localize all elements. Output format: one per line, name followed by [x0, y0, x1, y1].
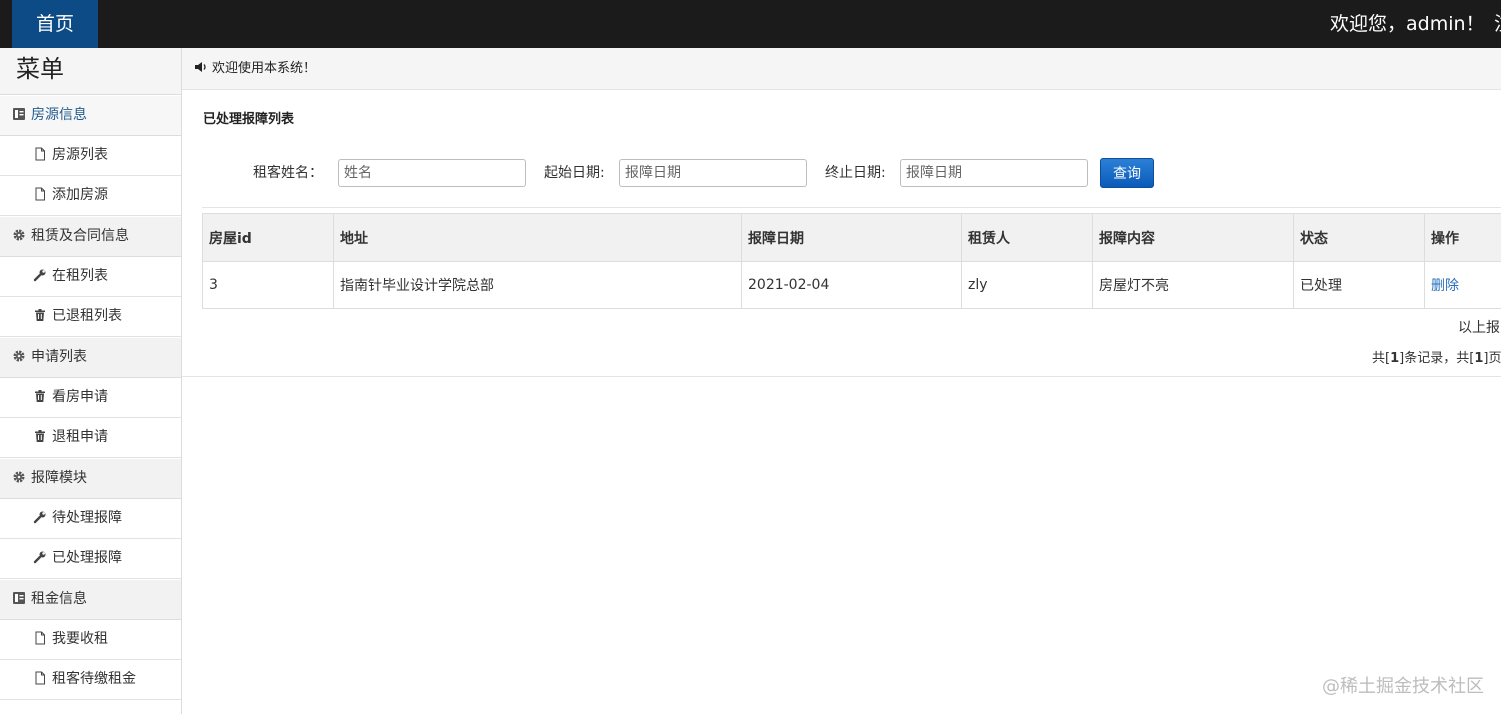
gear-icon [13, 471, 25, 483]
pager-pre: 共 [1372, 351, 1386, 366]
cell-actions: 删除 [1424, 261, 1501, 309]
cell-fault-content: 房屋灯不亮 [1092, 261, 1294, 309]
wrench-icon [33, 551, 46, 564]
sidebar-group-label: 报障模块 [31, 470, 87, 486]
sidebar-item-viewing-requests[interactable]: 看房申请 [0, 378, 181, 418]
gear-icon [13, 229, 25, 241]
cell-house-id: 3 [202, 261, 334, 309]
sidebar-item-termination-requests[interactable]: 退租申请 [0, 418, 181, 458]
sidebar-group-rent-info[interactable]: 租金信息 [0, 579, 181, 620]
column-header-address: 地址 [333, 213, 742, 262]
pager-post: 页 [1488, 351, 1501, 366]
sidebar-group-label: 租金信息 [31, 591, 87, 607]
cell-fault-date: 2021-02-04 [741, 261, 962, 309]
panel-title: 已处理报障列表 [203, 112, 295, 127]
tenant-name-input[interactable] [338, 159, 526, 187]
column-header-fault-date: 报障日期 [741, 213, 962, 262]
summary-text: 以上报 [1458, 320, 1500, 336]
content-bottom-border [182, 376, 1501, 377]
sidebar-item-pending-faults[interactable]: 待处理报障 [0, 499, 181, 539]
table-row: 3 指南针毕业设计学院总部 2021-02-04 zly 房屋灯不亮 已处理 删… [202, 261, 1501, 309]
pagination-info: 共[1]条记录，共[1]页 [1372, 351, 1501, 366]
trash-icon [35, 430, 45, 442]
sidebar-group-lease-contract[interactable]: 租赁及合同信息 [0, 216, 181, 257]
delete-link[interactable]: 删除 [1431, 278, 1459, 294]
end-date-label: 终止日期: [825, 165, 886, 181]
sidebar-item-tenant-unpaid-rent[interactable]: 租客待缴租金 [0, 660, 181, 700]
watermark: @稀土掘金技术社区 [1322, 676, 1484, 697]
file-icon [35, 671, 45, 685]
wrench-icon [33, 269, 46, 282]
wrench-icon [33, 511, 46, 524]
column-header-fault-content: 报障内容 [1092, 213, 1294, 262]
speaker-icon [195, 62, 206, 72]
menu-title: 菜单 [0, 48, 181, 95]
sidebar-item-label: 已处理报障 [52, 550, 122, 566]
sidebar-item-label: 我要收租 [52, 631, 108, 647]
sidebar-group-fault-module[interactable]: 报障模块 [0, 458, 181, 499]
sidebar-item-label: 已退租列表 [52, 308, 122, 324]
pager-pages: 1 [1474, 351, 1484, 366]
file-icon [35, 631, 45, 645]
home-tab[interactable]: 首页 [12, 0, 98, 48]
start-date-input[interactable] [619, 159, 807, 187]
start-date-label: 起始日期: [544, 165, 605, 181]
sidebar-group-label: 申请列表 [31, 349, 87, 365]
sidebar-item-collect-rent[interactable]: 我要收租 [0, 620, 181, 660]
sidebar-item-label: 看房申请 [52, 389, 108, 405]
sidebar-item-label: 租客待缴租金 [52, 671, 136, 687]
sidebar-group-label: 租赁及合同信息 [31, 228, 129, 244]
sidebar-item-house-list[interactable]: 房源列表 [0, 136, 181, 176]
table-header-row: 房屋id 地址 报障日期 租赁人 报障内容 状态 操作 [202, 213, 1501, 262]
pager-mid: 条记录，共 [1404, 351, 1470, 366]
sidebar-group-applications[interactable]: 申请列表 [0, 337, 181, 378]
divider [202, 207, 1501, 208]
sidebar-group-house-info[interactable]: 房源信息 [0, 95, 181, 136]
book-icon [13, 108, 25, 120]
book-icon [13, 592, 25, 604]
file-icon [35, 187, 45, 201]
pager-total: 1 [1390, 351, 1400, 366]
column-header-house-id: 房屋id [202, 213, 334, 262]
trash-icon [35, 309, 45, 321]
gear-icon [13, 350, 25, 362]
cell-status: 已处理 [1293, 261, 1425, 309]
main-content: 欢迎使用本系统！ 已处理报障列表 租客姓名： 起始日期: 终止日期: 查询 房屋… [182, 48, 1501, 714]
sidebar-item-label: 房源列表 [52, 147, 108, 163]
sidebar-item-label: 退租申请 [52, 429, 108, 445]
notice-bar: 欢迎使用本系统！ [182, 48, 1501, 90]
column-header-status: 状态 [1293, 213, 1425, 262]
search-button[interactable]: 查询 [1100, 158, 1154, 188]
welcome-user-text: 欢迎您，admin！ [1330, 13, 1485, 35]
cell-tenant: zly [961, 261, 1093, 309]
sidebar-item-renting-list[interactable]: 在租列表 [0, 257, 181, 297]
column-header-actions: 操作 [1424, 213, 1501, 262]
sidebar-item-label: 在租列表 [52, 268, 108, 284]
sidebar-item-ended-lease-list[interactable]: 已退租列表 [0, 297, 181, 337]
sidebar: 菜单 房源信息 房源列表 添加房源 租赁及合同信息 在租列表 已退租列表 申请列… [0, 48, 182, 714]
notice-text: 欢迎使用本系统！ [212, 61, 317, 76]
sidebar-item-label: 添加房源 [52, 187, 108, 203]
sidebar-item-label: 待处理报障 [52, 510, 122, 526]
column-header-tenant: 租赁人 [961, 213, 1093, 262]
fault-table: 房屋id 地址 报障日期 租赁人 报障内容 状态 操作 3 指南针毕业设计学院总… [202, 213, 1501, 309]
sidebar-group-label: 房源信息 [31, 107, 87, 123]
top-cut-text[interactable]: 注 [1494, 0, 1501, 48]
trash-icon [35, 390, 45, 402]
top-navbar: 首页 欢迎您，admin！ 注 [0, 0, 1501, 48]
sidebar-item-add-house[interactable]: 添加房源 [0, 176, 181, 216]
file-icon [35, 147, 45, 161]
sidebar-item-processed-faults[interactable]: 已处理报障 [0, 539, 181, 579]
tenant-name-label: 租客姓名： [253, 165, 323, 181]
cell-address: 指南针毕业设计学院总部 [333, 261, 742, 309]
end-date-input[interactable] [900, 159, 1088, 187]
